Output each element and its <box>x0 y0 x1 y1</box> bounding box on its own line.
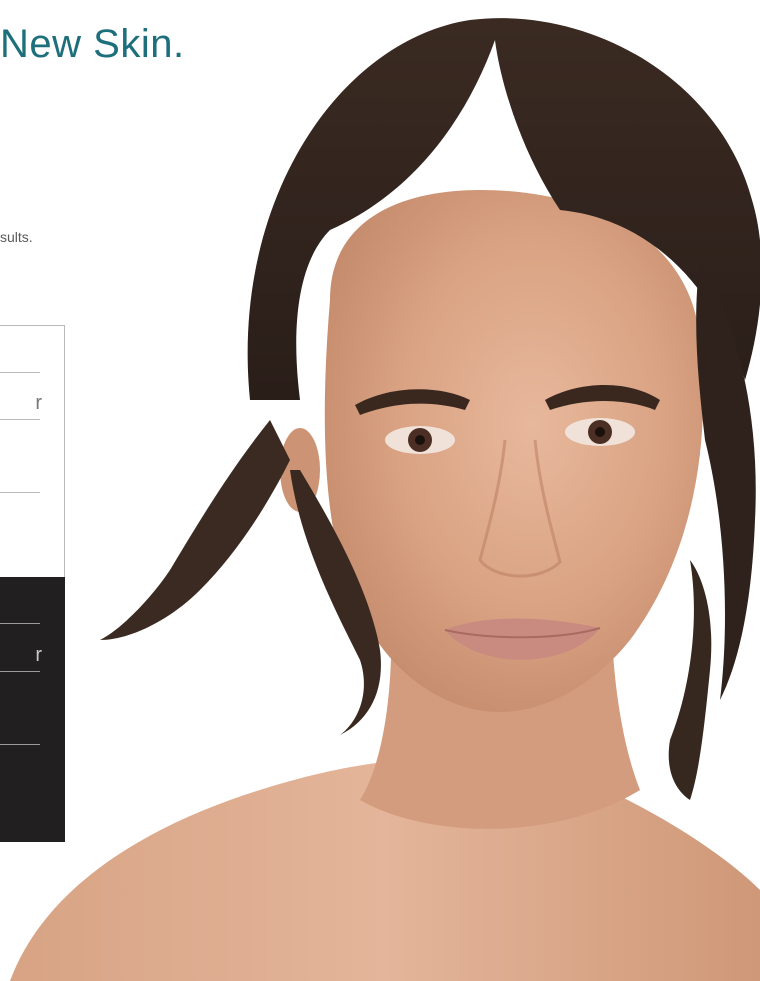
pricing-row <box>0 577 40 624</box>
row-divider <box>0 623 40 624</box>
row-divider <box>0 671 40 672</box>
pricing-row: r <box>0 625 42 672</box>
pricing-row <box>0 446 40 493</box>
pricing-row <box>0 698 40 745</box>
hero-subtext: sults. <box>0 229 33 245</box>
hero-portrait-image <box>10 18 760 981</box>
pricing-row-label: r <box>35 392 42 414</box>
pricing-card-light: r <box>0 325 65 577</box>
pricing-row-label: r <box>35 644 42 666</box>
pricing-row <box>0 326 40 373</box>
row-divider <box>0 744 40 745</box>
hero-headline: New Skin. <box>0 22 185 66</box>
pricing-card-dark: r <box>0 577 65 842</box>
row-divider <box>0 492 40 493</box>
pricing-row: r <box>0 373 42 420</box>
row-divider <box>0 419 40 420</box>
